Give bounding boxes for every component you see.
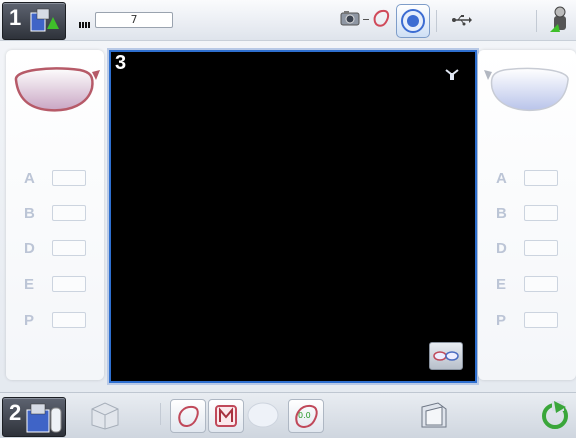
label-b: B [496,205,507,222]
lens-box-icon[interactable] [88,399,122,431]
panel-2-button[interactable]: 2 [2,397,66,437]
screen-number: 3 [115,52,127,74]
bottom-toolbar: 2 0.0 [0,392,576,438]
label-e: E [24,276,35,293]
bevel-button[interactable]: 0.0 [288,399,324,433]
folder-icon[interactable] [416,399,452,431]
label-p: P [496,312,507,329]
refresh-icon[interactable] [538,399,572,431]
label-a: A [24,170,35,187]
right-lens-icon[interactable] [480,64,574,120]
panel-2-number: 2 [9,400,22,425]
main-display[interactable]: 3 [109,50,477,383]
glasses-view-icon[interactable] [429,342,463,370]
field-b[interactable] [524,205,558,221]
field-b[interactable] [52,205,86,221]
mirror-m-icon[interactable] [208,399,244,433]
left-lens-panel: A B D E P [6,50,104,380]
label-a: A [496,170,507,187]
frame-icon[interactable] [445,66,459,85]
field-e[interactable] [52,276,86,292]
user-icon[interactable] [548,6,572,38]
label-d: D [496,240,507,257]
label-p: P [24,312,35,329]
field-p[interactable] [524,312,558,328]
camera-icon[interactable] [340,10,362,30]
blank-lens-icon[interactable] [246,399,280,431]
left-lens-icon[interactable] [10,64,102,120]
panel-1-number: 1 [9,5,22,30]
field-d[interactable] [524,240,558,256]
field-a[interactable] [524,170,558,186]
target-icon[interactable] [396,4,430,38]
field-a[interactable] [52,170,86,186]
field-e[interactable] [524,276,558,292]
dash-separator [363,19,369,20]
machine-icon [26,403,62,433]
lens-outline-icon[interactable] [170,399,206,433]
top-toolbar: 1 7 [0,0,576,41]
toolbar-divider [160,403,161,425]
counter-icon [79,14,91,28]
usb-icon [452,12,472,31]
counter-field[interactable]: 7 [95,12,173,28]
right-lens-panel: A B D E P [478,50,576,380]
lens-shape-icon[interactable] [370,7,392,33]
field-p[interactable] [52,312,86,328]
toolbar-divider [436,10,437,32]
panel-1-button[interactable]: 1 [2,2,66,40]
label-e: E [496,276,507,293]
bevel-value: 0.0 [298,411,311,420]
label-b: B [24,205,35,222]
toolbar-divider [536,10,537,32]
tracer-icon [30,8,59,32]
field-d[interactable] [52,240,86,256]
label-d: D [24,240,35,257]
